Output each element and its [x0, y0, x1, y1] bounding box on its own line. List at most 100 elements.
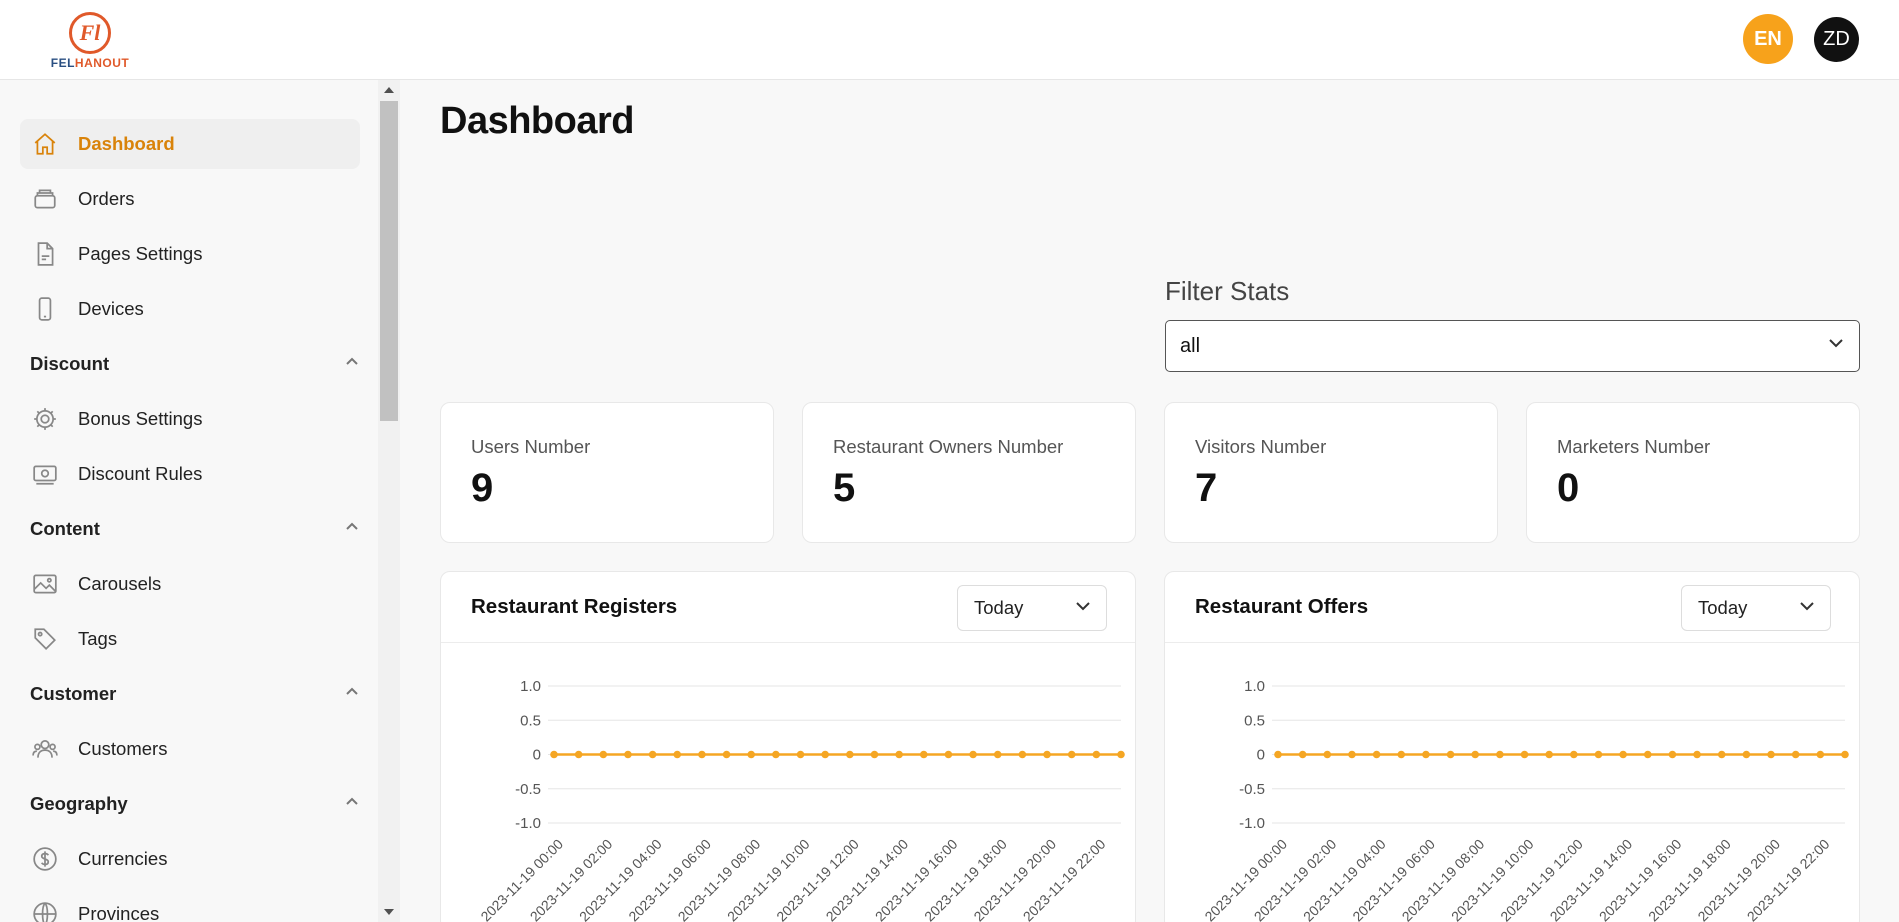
logo[interactable]: Fl FELHANOUT [50, 12, 130, 70]
data-point [944, 750, 953, 759]
sidebar-item-tags[interactable]: Tags [20, 614, 360, 664]
sidebar-item-discount-rules[interactable]: Discount Rules [20, 449, 360, 499]
data-point [1446, 750, 1455, 759]
image-icon [31, 570, 59, 598]
chart-header: Restaurant Offers Today [1165, 572, 1859, 643]
sidebar-item-bonus-settings[interactable]: Bonus Settings [20, 394, 360, 444]
filter-stats-value: all [1180, 334, 1201, 357]
logo-mark-text: Fl [79, 20, 101, 45]
chevron-down-icon [1074, 597, 1092, 620]
filter-stats-select[interactable]: all [1165, 320, 1860, 372]
data-point [1471, 750, 1480, 759]
logo-text: FELHANOUT [50, 56, 130, 70]
mobile-icon [31, 295, 59, 323]
line-chart: 1.00.50-0.5-1.02023-11-19 00:002023-11-1… [1201, 678, 1849, 922]
sidebar-item-label: Tags [78, 628, 118, 649]
sidebar-section-customer[interactable]: Customer [30, 674, 360, 714]
sidebar-item-carousels[interactable]: Carousels [20, 559, 360, 609]
data-point [1422, 750, 1430, 759]
data-point [772, 750, 780, 759]
data-point [1643, 750, 1652, 759]
sidebar-item-devices[interactable]: Devices [20, 284, 360, 334]
globe-icon [31, 900, 59, 922]
scroll-up-arrow[interactable] [383, 84, 395, 96]
data-point [1717, 750, 1726, 759]
data-point [1619, 750, 1627, 759]
stat-label: Marketers Number [1557, 436, 1711, 457]
users-icon [31, 735, 59, 763]
sidebar-item-label: Customers [78, 738, 168, 759]
data-point [1348, 750, 1356, 759]
data-point [722, 750, 731, 759]
sidebar-item-label: Currencies [78, 848, 168, 869]
sidebar-item-dashboard[interactable]: Dashboard [20, 119, 360, 169]
sidebar-item-label: Dashboard [78, 133, 175, 154]
user-avatar[interactable]: ZD [1814, 17, 1859, 62]
stat-label: Users Number [471, 436, 591, 457]
section-label: Geography [30, 793, 128, 814]
sidebar-scrollbar[interactable] [378, 80, 400, 922]
chevron-up-icon [344, 354, 360, 375]
document-icon [31, 240, 59, 268]
stat-label: Restaurant Owners Number [833, 436, 1064, 457]
stat-value: 7 [1195, 466, 1218, 510]
y-tick-label: -1.0 [515, 815, 541, 832]
period-select[interactable]: Today [957, 585, 1107, 631]
data-point [747, 750, 756, 759]
y-tick-label: 1.0 [1244, 678, 1265, 695]
stat-card-users: Users Number 9 [440, 402, 774, 543]
sidebar-item-pages-settings[interactable]: Pages Settings [20, 229, 360, 279]
y-tick-label: -0.5 [515, 781, 541, 798]
section-label: Customer [30, 683, 117, 704]
sidebar-section-discount[interactable]: Discount [30, 344, 360, 384]
tag-icon [31, 625, 59, 653]
data-point [1092, 750, 1101, 759]
logo-text-part2: HANOUT [74, 56, 130, 70]
logo-text-part1: FEL [50, 56, 75, 70]
top-header: Fl FELHANOUT EN ZD [0, 0, 1899, 80]
data-point [550, 750, 558, 759]
data-point [1841, 750, 1849, 759]
language-button[interactable]: EN [1743, 14, 1793, 64]
chevron-down-icon [1827, 334, 1845, 358]
sidebar-item-label: Pages Settings [78, 243, 203, 264]
stat-value: 0 [1557, 466, 1580, 510]
data-point [1372, 750, 1381, 759]
data-point [624, 750, 632, 759]
scroll-down-arrow[interactable] [383, 906, 395, 918]
data-point [1791, 750, 1800, 759]
y-tick-label: -1.0 [1239, 815, 1265, 832]
sidebar-item-label: Orders [78, 188, 135, 209]
data-point [1117, 750, 1125, 759]
sidebar-item-provinces[interactable]: Provinces [20, 889, 360, 922]
chart-header: Restaurant Registers Today [441, 572, 1135, 643]
y-tick-label: 0 [533, 747, 541, 764]
sidebar-item-currencies[interactable]: Currencies [20, 834, 360, 884]
data-point [698, 750, 706, 759]
scroll-thumb[interactable] [380, 101, 398, 421]
chart-title: Restaurant Offers [1195, 595, 1369, 618]
sidebar-item-label: Provinces [78, 903, 160, 922]
data-point [1067, 750, 1076, 759]
sidebar-item-customers[interactable]: Customers [20, 724, 360, 774]
y-tick-label: 0 [1257, 747, 1265, 764]
sidebar-item-label: Devices [78, 298, 144, 319]
data-point [1594, 750, 1603, 759]
chevron-up-icon [344, 519, 360, 540]
filter-stats-label: Filter Stats [1165, 276, 1290, 306]
sidebar: Dashboard Orders Pages Settings Devices … [0, 80, 380, 922]
home-icon [31, 130, 59, 158]
sidebar-section-geography[interactable]: Geography [30, 784, 360, 824]
data-point [846, 750, 854, 759]
chart-card-restaurant-registers: Restaurant Registers Today 1.0 0.5 0 -0.5 -1… [440, 571, 1136, 922]
data-point [1274, 750, 1282, 759]
sidebar-item-label: Carousels [78, 573, 162, 594]
data-point [1816, 750, 1825, 759]
sidebar-section-content[interactable]: Content [30, 509, 360, 549]
period-select[interactable]: Today [1681, 585, 1831, 631]
sidebar-item-orders[interactable]: Orders [20, 174, 360, 224]
chevron-up-icon [344, 794, 360, 815]
data-point [574, 750, 583, 759]
logo-mark: Fl [69, 12, 111, 54]
data-point [1767, 750, 1775, 759]
